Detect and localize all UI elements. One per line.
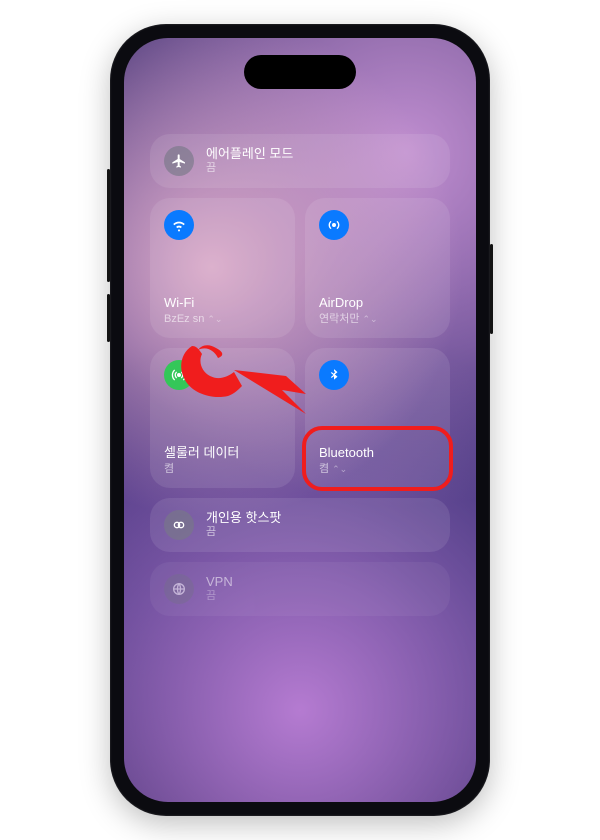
wifi-icon (164, 210, 194, 240)
hotspot-status: 끔 (206, 526, 281, 539)
hotspot-label: 개인용 핫스팟 (206, 511, 281, 526)
wifi-tile[interactable]: Wi-Fi BzEz sn⌃⌄ (150, 198, 295, 338)
cellular-status: 켬 (164, 463, 281, 476)
wifi-status: BzEz sn⌃⌄ (164, 313, 281, 326)
screen: 에어플레인 모드 끔 Wi-Fi BzEz sn⌃⌄ (124, 38, 476, 802)
airplane-status: 끔 (206, 162, 293, 175)
airplane-label: 에어플레인 모드 (206, 147, 293, 162)
airdrop-icon (319, 210, 349, 240)
vpn-tile[interactable]: VPN 끔 (150, 562, 450, 616)
hotspot-tile[interactable]: 개인용 핫스팟 끔 (150, 498, 450, 552)
phone-frame: 에어플레인 모드 끔 Wi-Fi BzEz sn⌃⌄ (110, 24, 490, 816)
bluetooth-icon (319, 360, 349, 390)
vpn-label: VPN (206, 575, 233, 590)
airplane-icon (164, 146, 194, 176)
airdrop-status: 연락처만⌃⌄ (319, 313, 436, 326)
hotspot-icon (164, 510, 194, 540)
airplane-mode-tile[interactable]: 에어플레인 모드 끔 (150, 134, 450, 188)
bluetooth-label: Bluetooth (319, 445, 436, 461)
vpn-status: 끔 (206, 590, 233, 603)
cellular-label: 셀룰러 데이터 (164, 445, 281, 461)
airdrop-label: AirDrop (319, 295, 436, 311)
wifi-label: Wi-Fi (164, 295, 281, 311)
cellular-tile[interactable]: 셀룰러 데이터 켬 (150, 348, 295, 488)
vpn-icon (164, 574, 194, 604)
airdrop-tile[interactable]: AirDrop 연락처만⌃⌄ (305, 198, 450, 338)
cellular-icon (164, 360, 194, 390)
control-center: 에어플레인 모드 끔 Wi-Fi BzEz sn⌃⌄ (150, 134, 450, 616)
dynamic-island (244, 55, 356, 89)
bluetooth-status: 켬⌃⌄ (319, 463, 436, 476)
bluetooth-tile[interactable]: Bluetooth 켬⌃⌄ (305, 348, 450, 488)
